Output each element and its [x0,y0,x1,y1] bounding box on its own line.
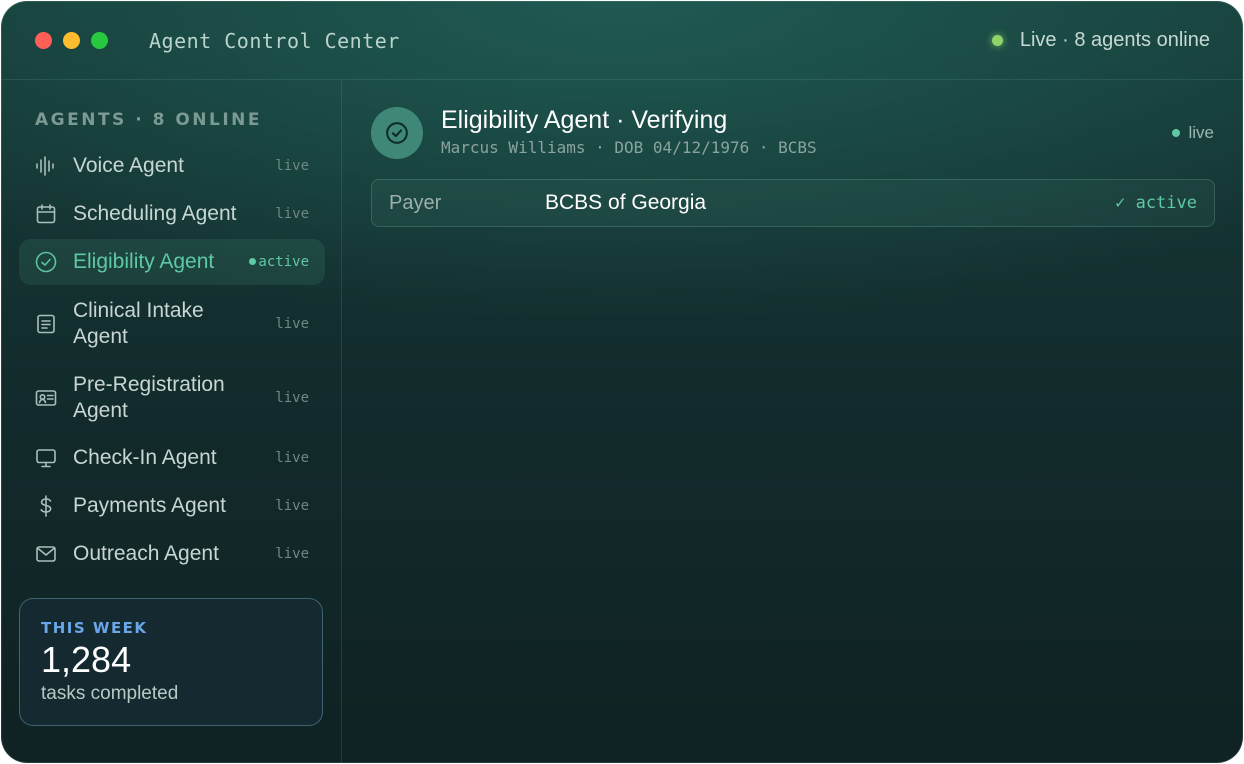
stats-kicker: THIS WEEK [41,619,148,637]
sidebar-item-state: live [275,450,309,466]
app-title: Agent Control Center [149,29,400,53]
sidebar-item-label: Outreach Agent [73,542,219,565]
minimize-window-button[interactable] [63,32,80,49]
document-list-icon [35,313,57,335]
app-window: Agent Control Center Live · 8 agents onl… [1,1,1243,763]
sidebar-item-voice-agent[interactable]: Voice Agent live [19,142,325,190]
online-status: Live · 8 agents online [991,29,1210,52]
agent-title: Eligibility Agent · Verifying [441,106,728,134]
sidebar-item-state: active [249,254,309,270]
live-indicator-icon [991,35,1003,46]
payer-field-row: Payer BCBS of Georgia ✓ active [371,179,1215,227]
field-status: ✓ active [1115,193,1197,213]
sidebar: AGENTS · 8 ONLINE Voice Agent live Sched… [1,80,342,763]
sidebar-item-label: Eligibility Agent [73,250,215,273]
sidebar-item-payments-agent[interactable]: Payments Agent live [19,482,325,530]
sidebar-item-clinical-intake-agent[interactable]: Clinical Intake Agent live [19,294,325,354]
stats-value: 1,284 [41,639,132,680]
envelope-icon [35,543,57,565]
sidebar-item-label: Clinical Intake Agent [73,299,204,348]
weekly-stats-card: THIS WEEK 1,284 tasks completed [19,598,323,726]
sidebar-item-state: live [275,546,309,562]
monitor-icon [35,447,57,469]
sidebar-item-eligibility-agent[interactable]: Eligibility Agent active [19,239,325,285]
check-circle-icon [371,107,423,159]
sidebar-item-outreach-agent[interactable]: Outreach Agent live [19,530,325,578]
id-card-icon [35,387,57,409]
agent-live-status: live [1172,123,1214,143]
live-indicator-icon [1172,129,1181,137]
close-window-button[interactable] [35,32,52,49]
sidebar-item-state: live [275,206,309,222]
sidebar-item-label: Scheduling Agent [73,202,237,225]
dollar-icon [35,495,57,517]
sidebar-item-label: Check-In Agent [73,446,217,469]
patient-subtitle: Marcus Williams · DOB 04/12/1976 · BCBS [441,138,817,157]
title-bar: Agent Control Center Live · 8 agents onl… [1,1,1243,80]
sidebar-item-state: live [275,390,309,406]
sidebar-item-pre-registration-agent[interactable]: Pre-Registration Agent live [19,368,325,428]
sidebar-item-state: live [275,158,309,174]
online-status-text: Live · 8 agents online [1019,29,1210,51]
sidebar-item-label: Pre-Registration Agent [73,373,225,422]
agent-live-text: live [1188,123,1214,142]
sidebar-item-check-in-agent[interactable]: Check-In Agent live [19,434,325,482]
sidebar-section-title: AGENTS · 8 ONLINE [35,110,263,130]
waveform-icon [35,155,57,177]
sidebar-item-label: Voice Agent [73,154,184,177]
main-panel: Eligibility Agent · Verifying Marcus Wil… [342,80,1243,763]
calendar-icon [35,203,57,225]
field-key: Payer [389,192,442,214]
sidebar-item-label: Payments Agent [73,494,226,517]
check-circle-icon [35,251,57,273]
field-value: BCBS of Georgia [545,191,707,214]
stats-caption: tasks completed [41,683,179,704]
sidebar-item-state: live [275,316,309,332]
sidebar-item-scheduling-agent[interactable]: Scheduling Agent live [19,190,325,238]
maximize-window-button[interactable] [91,32,108,49]
sidebar-item-state: live [275,498,309,514]
